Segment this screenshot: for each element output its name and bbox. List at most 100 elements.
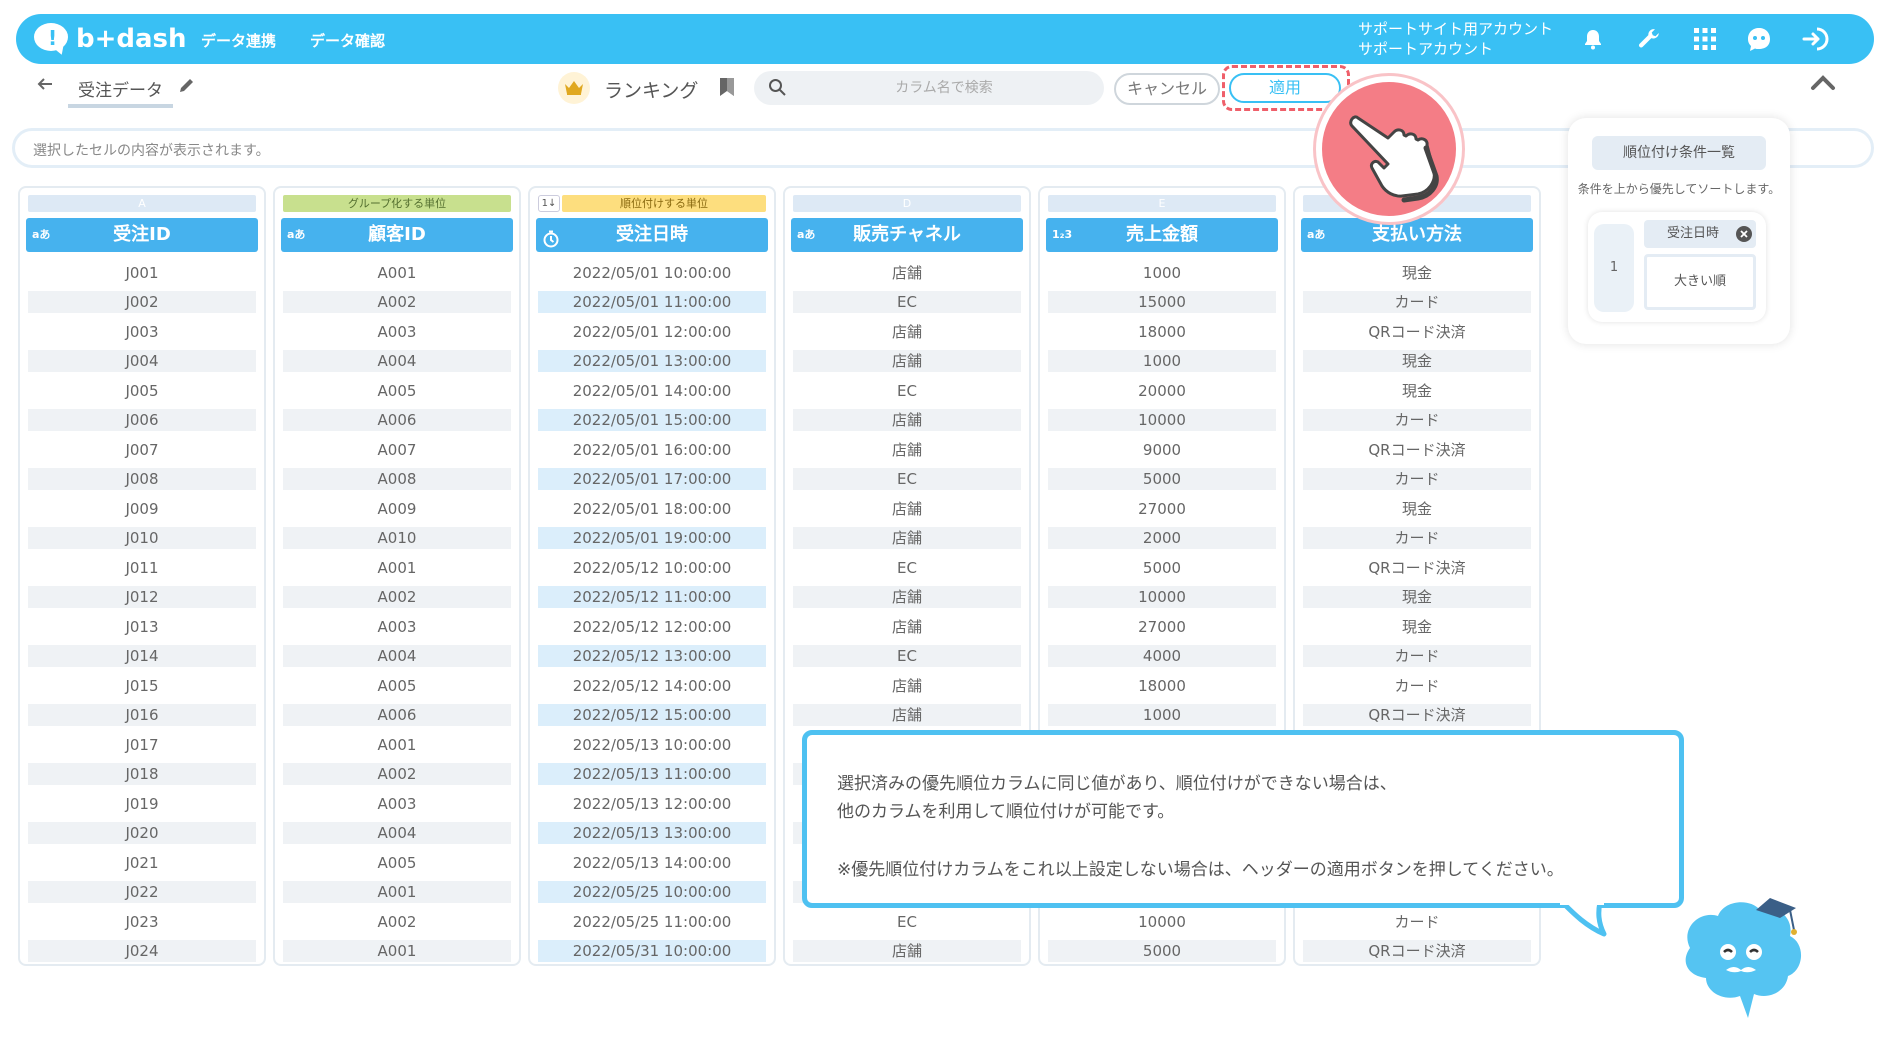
table-cell[interactable]: A003	[283, 789, 511, 819]
table-cell[interactable]: QRコード決済	[1303, 701, 1531, 731]
close-icon[interactable]	[1736, 226, 1752, 242]
column-header[interactable]: aあ 顧客ID	[281, 218, 513, 252]
bell-icon[interactable]	[1578, 24, 1608, 54]
table-cell[interactable]: 現金	[1303, 258, 1531, 288]
bookmark-icon[interactable]	[718, 76, 738, 98]
table-cell[interactable]: 現金	[1303, 494, 1531, 524]
table-cell[interactable]: EC	[793, 642, 1021, 672]
table-cell[interactable]: A001	[283, 937, 511, 967]
table-cell[interactable]: カード	[1303, 524, 1531, 554]
nav-data-check[interactable]: データ確認	[310, 30, 385, 51]
table-cell[interactable]: 2022/05/12 12:00:00	[538, 612, 766, 642]
column-header[interactable]: 受注日時	[536, 218, 768, 252]
table-cell[interactable]: 2022/05/01 13:00:00	[538, 347, 766, 377]
table-cell[interactable]: A006	[283, 701, 511, 731]
table-cell[interactable]: J013	[28, 612, 256, 642]
table-cell[interactable]: 2022/05/01 12:00:00	[538, 317, 766, 347]
cancel-button[interactable]: キャンセル	[1114, 73, 1220, 105]
table-cell[interactable]: 9000	[1048, 435, 1276, 465]
table-cell[interactable]: J003	[28, 317, 256, 347]
nav-data-integration[interactable]: データ連携	[201, 30, 276, 51]
table-cell[interactable]: カード	[1303, 288, 1531, 318]
table-cell[interactable]: 2022/05/01 18:00:00	[538, 494, 766, 524]
table-cell[interactable]: 2022/05/13 14:00:00	[538, 848, 766, 878]
table-cell[interactable]: J002	[28, 288, 256, 318]
table-cell[interactable]: A002	[283, 583, 511, 613]
table-cell[interactable]: A003	[283, 317, 511, 347]
table-cell[interactable]: EC	[793, 465, 1021, 495]
table-cell[interactable]: J001	[28, 258, 256, 288]
column-search[interactable]	[754, 71, 1104, 105]
table-cell[interactable]: EC	[793, 376, 1021, 406]
table-cell[interactable]: 店舗	[793, 937, 1021, 967]
table-cell[interactable]: J009	[28, 494, 256, 524]
table-cell[interactable]: 2000	[1048, 524, 1276, 554]
table-cell[interactable]: 店舗	[793, 612, 1021, 642]
table-cell[interactable]: 10000	[1048, 907, 1276, 937]
table-cell[interactable]: A005	[283, 848, 511, 878]
table-cell[interactable]: J017	[28, 730, 256, 760]
table-cell[interactable]: 2022/05/01 10:00:00	[538, 258, 766, 288]
table-cell[interactable]: J008	[28, 465, 256, 495]
table-cell[interactable]: 2022/05/01 15:00:00	[538, 406, 766, 436]
table-cell[interactable]: J007	[28, 435, 256, 465]
table-cell[interactable]: 現金	[1303, 376, 1531, 406]
table-cell[interactable]: 27000	[1048, 612, 1276, 642]
table-cell[interactable]: A005	[283, 376, 511, 406]
table-cell[interactable]: J020	[28, 819, 256, 849]
table-cell[interactable]: J014	[28, 642, 256, 672]
table-cell[interactable]: 現金	[1303, 347, 1531, 377]
table-cell[interactable]: A009	[283, 494, 511, 524]
table-cell[interactable]: カード	[1303, 465, 1531, 495]
table-cell[interactable]: 店舗	[793, 435, 1021, 465]
table-cell[interactable]: A001	[283, 553, 511, 583]
table-cell[interactable]: 2022/05/31 10:00:00	[538, 937, 766, 967]
table-cell[interactable]: 2022/05/13 13:00:00	[538, 819, 766, 849]
account-info[interactable]: サポートサイト用アカウント サポートアカウント	[1358, 19, 1553, 59]
table-cell[interactable]: カード	[1303, 406, 1531, 436]
table-cell[interactable]: A005	[283, 671, 511, 701]
table-cell[interactable]: 店舗	[793, 317, 1021, 347]
table-cell[interactable]: カード	[1303, 642, 1531, 672]
table-cell[interactable]: QRコード決済	[1303, 553, 1531, 583]
table-cell[interactable]: 2022/05/12 14:00:00	[538, 671, 766, 701]
table-cell[interactable]: QRコード決済	[1303, 435, 1531, 465]
table-cell[interactable]: A001	[283, 258, 511, 288]
wrench-icon[interactable]	[1634, 24, 1664, 54]
table-cell[interactable]: A001	[283, 878, 511, 908]
table-cell[interactable]: 1000	[1048, 258, 1276, 288]
table-cell[interactable]: 店舗	[793, 701, 1021, 731]
column-header[interactable]: aあ 支払い方法	[1301, 218, 1533, 252]
table-cell[interactable]: 2022/05/12 13:00:00	[538, 642, 766, 672]
table-cell[interactable]: J004	[28, 347, 256, 377]
condition-order-select[interactable]: 大きい順	[1644, 254, 1756, 310]
table-cell[interactable]: A001	[283, 730, 511, 760]
table-cell[interactable]: A003	[283, 612, 511, 642]
table-cell[interactable]: 店舗	[793, 347, 1021, 377]
table-cell[interactable]: 18000	[1048, 671, 1276, 701]
pencil-edit-icon[interactable]	[178, 76, 198, 96]
table-cell[interactable]: J023	[28, 907, 256, 937]
table-cell[interactable]: カード	[1303, 907, 1531, 937]
table-cell[interactable]: J022	[28, 878, 256, 908]
table-cell[interactable]: 2022/05/01 16:00:00	[538, 435, 766, 465]
column-header[interactable]: aあ 販売チャネル	[791, 218, 1023, 252]
table-cell[interactable]: 店舗	[793, 258, 1021, 288]
table-cell[interactable]: 5000	[1048, 553, 1276, 583]
table-cell[interactable]: 2022/05/12 10:00:00	[538, 553, 766, 583]
table-cell[interactable]: 10000	[1048, 406, 1276, 436]
table-cell[interactable]: J016	[28, 701, 256, 731]
table-cell[interactable]: QRコード決済	[1303, 937, 1531, 967]
table-cell[interactable]: A010	[283, 524, 511, 554]
table-cell[interactable]: 店舗	[793, 406, 1021, 436]
table-cell[interactable]: 4000	[1048, 642, 1276, 672]
table-cell[interactable]: A002	[283, 907, 511, 937]
ranking-condition-item[interactable]: 1 受注日時 大きい順	[1588, 212, 1766, 322]
table-name-tab[interactable]: 受注データ	[68, 76, 173, 108]
table-cell[interactable]: 現金	[1303, 612, 1531, 642]
table-cell[interactable]: 1000	[1048, 347, 1276, 377]
table-cell[interactable]: A006	[283, 406, 511, 436]
table-cell[interactable]: 2022/05/25 10:00:00	[538, 878, 766, 908]
table-cell[interactable]: 2022/05/13 10:00:00	[538, 730, 766, 760]
table-cell[interactable]: 18000	[1048, 317, 1276, 347]
